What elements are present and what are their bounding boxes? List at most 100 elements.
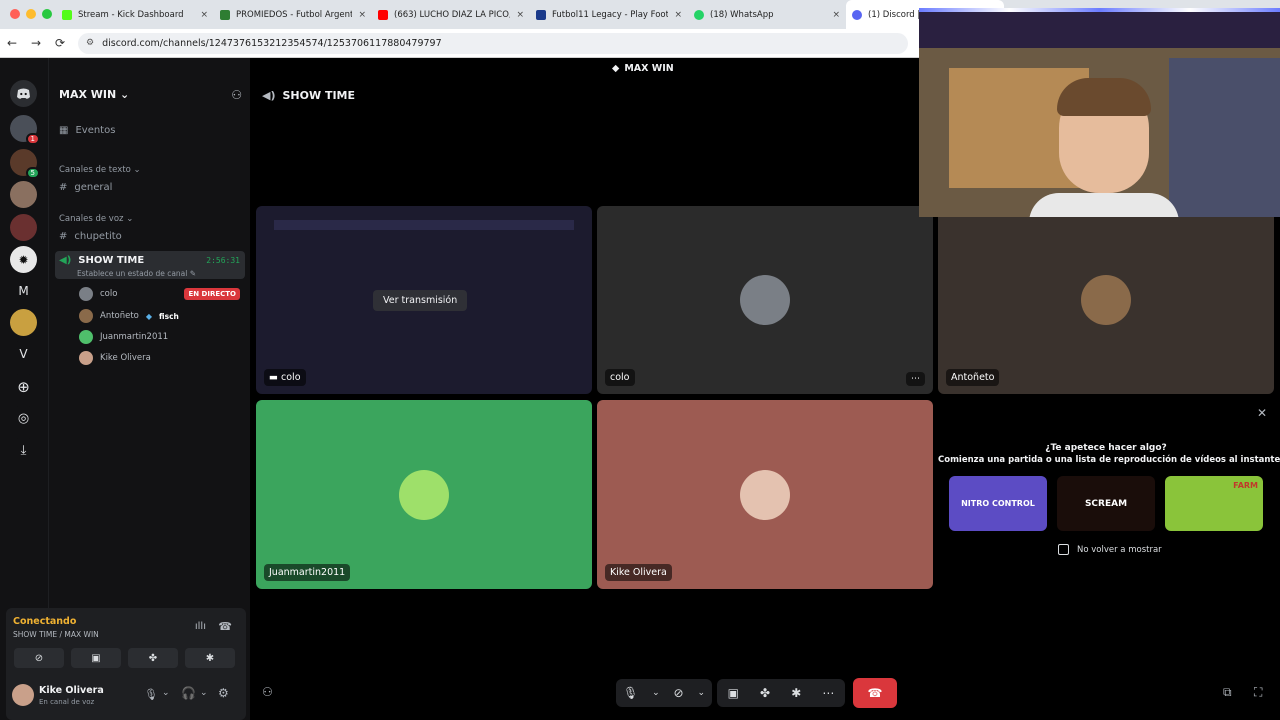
tab-close-icon[interactable]: ×	[674, 10, 682, 20]
server-name[interactable]: MAX WIN ⌄	[59, 88, 129, 101]
microphone-icon[interactable]: 🎙	[623, 686, 638, 700]
dont-show-again[interactable]: No volver a mostrar	[1058, 544, 1162, 555]
user-avatar[interactable]	[12, 684, 34, 706]
voice-member[interactable]: Kike Olivera	[79, 351, 151, 365]
futbol11-favicon-icon	[536, 9, 546, 20]
game-card[interactable]: FARM	[1165, 476, 1263, 531]
more-options-icon[interactable]: ⋯	[822, 686, 834, 700]
server-icon[interactable]: V	[10, 340, 37, 367]
close-window-icon[interactable]	[10, 9, 20, 19]
server-icon[interactable]: 1	[10, 115, 40, 145]
pop-out-icon[interactable]: ⧉	[1223, 685, 1232, 700]
channel-timer: 2:56:31	[206, 256, 240, 265]
voice-channel-show-time[interactable]: ◀) SHOW TIME	[59, 255, 144, 266]
chevron-down-icon[interactable]: ⌄	[652, 688, 660, 698]
forward-icon[interactable]: →	[24, 36, 48, 50]
add-person-icon[interactable]: ⚇	[262, 685, 273, 699]
soundboard-icon: ✱	[205, 652, 215, 664]
channel-chupetito[interactable]: # chupetito	[59, 231, 122, 242]
screen-share-button[interactable]: ▣	[71, 648, 121, 668]
voice-category[interactable]: Canales de voz ⌄	[59, 214, 133, 224]
browser-tab[interactable]: Stream - Kick Dashboard ×	[56, 0, 214, 29]
camera-off-icon: ⊘	[34, 652, 44, 664]
camera-off-icon[interactable]: ⊘	[674, 686, 684, 700]
events-link[interactable]: ▦ Eventos	[59, 125, 115, 136]
member-name: colo	[100, 289, 118, 299]
webcam-overlay	[919, 8, 1280, 217]
tab-close-icon[interactable]: ×	[200, 10, 208, 20]
url-text: discord.com/channels/1247376153212354574…	[102, 37, 442, 49]
sound-wave-icon[interactable]: ıllı	[195, 621, 206, 632]
microphone-icon[interactable]: 🎙	[144, 688, 158, 701]
server-logo-icon: ◆	[612, 63, 620, 74]
participant-tile[interactable]: Juanmartin2011	[256, 400, 592, 589]
tab-close-icon[interactable]: ×	[358, 10, 366, 20]
server-icon[interactable]	[10, 181, 37, 208]
set-status-hint[interactable]: Establece un estado de canal ✎	[77, 269, 196, 278]
checkbox[interactable]	[1058, 544, 1069, 555]
tab-title: Futbol11 Legacy - Play Footb	[552, 9, 669, 20]
dont-show-label: No volver a mostrar	[1077, 544, 1162, 555]
minimize-window-icon[interactable]	[26, 9, 36, 19]
back-icon[interactable]: ←	[0, 36, 24, 50]
server-icon[interactable]: M	[10, 277, 37, 304]
more-options-icon[interactable]: ⋯	[906, 372, 925, 386]
voice-member[interactable]: colo	[79, 287, 117, 301]
voice-member[interactable]: Antoñeto ◆ fisch	[79, 309, 179, 323]
headphones-icon[interactable]: 🎧	[181, 686, 196, 700]
discover-compass-icon[interactable]: ◎	[10, 405, 37, 432]
chevron-down-icon[interactable]: ⌄	[200, 688, 208, 698]
avatar	[79, 287, 93, 301]
game-title: NITRO CONTROL	[961, 499, 1035, 508]
disconnect-icon[interactable]: ☎	[218, 620, 232, 633]
stream-tile[interactable]: Ver transmisión ▬ colo	[256, 206, 592, 394]
hang-up-icon: ☎	[867, 686, 883, 700]
soundboard-button[interactable]: ✱	[185, 648, 235, 668]
server-icon[interactable]	[10, 309, 37, 336]
download-icon[interactable]: ⤓	[10, 437, 37, 464]
tile-name: colo	[605, 369, 635, 386]
channel-general[interactable]: # general	[59, 182, 112, 193]
invite-people-icon[interactable]: ⚇	[231, 88, 242, 102]
channel-label: chupetito	[74, 231, 122, 242]
browser-tab[interactable]: Futbol11 Legacy - Play Footb ×	[530, 0, 688, 29]
activities-button[interactable]: ✤	[128, 648, 178, 668]
tab-close-icon[interactable]: ×	[832, 10, 840, 20]
browser-tab[interactable]: PROMIEDOS - Futbol Argent ×	[214, 0, 372, 29]
server-icon[interactable]: 5	[10, 149, 40, 179]
events-label: Eventos	[75, 125, 116, 136]
maximize-window-icon[interactable]	[42, 9, 52, 19]
watch-stream-button[interactable]: Ver transmisión	[373, 290, 468, 311]
tab-title: PROMIEDOS - Futbol Argent	[236, 9, 353, 20]
settings-gear-icon[interactable]: ⚙	[218, 686, 229, 700]
screen-share-icon[interactable]: ▣	[728, 686, 739, 700]
browser-tab[interactable]: (663) LUCHO DÍAZ LA PICÓ, ×	[372, 0, 530, 29]
chevron-down-icon: ⌄	[120, 88, 130, 101]
server-icon[interactable]	[10, 214, 37, 241]
chevron-down-icon[interactable]: ⌄	[697, 688, 705, 698]
game-card[interactable]: SCREAM	[1057, 476, 1155, 531]
server-icon[interactable]: ✹	[10, 246, 37, 273]
connection-channel[interactable]: SHOW TIME / MAX WIN	[13, 630, 99, 639]
add-server-icon[interactable]: ⊕	[10, 373, 37, 400]
reload-icon[interactable]: ⟳	[48, 36, 72, 50]
address-bar[interactable]: ⚙ discord.com/channels/12473761532123545…	[78, 32, 908, 54]
browser-tab[interactable]: (18) WhatsApp ×	[688, 0, 846, 29]
camera-off-button[interactable]: ⊘	[14, 648, 64, 668]
activities-icon[interactable]: ✤	[760, 686, 770, 700]
close-icon[interactable]: ✕	[1257, 406, 1267, 420]
text-category[interactable]: Canales de texto ⌄	[59, 165, 141, 175]
game-card[interactable]: NITRO CONTROL	[949, 476, 1047, 531]
participant-tile[interactable]: colo ⋯	[597, 206, 933, 394]
discord-favicon-icon	[852, 9, 862, 20]
soundboard-icon[interactable]: ✱	[791, 686, 801, 700]
voice-member[interactable]: Juanmartin2011	[79, 330, 168, 344]
tab-close-icon[interactable]: ×	[516, 10, 524, 20]
site-info-icon[interactable]: ⚙	[86, 38, 94, 48]
discord-home-icon[interactable]	[10, 80, 37, 107]
participant-tile[interactable]: Kike Olivera	[597, 400, 933, 589]
participant-tile[interactable]: Antoñeto	[938, 206, 1274, 394]
chevron-down-icon[interactable]: ⌄	[162, 688, 170, 698]
disconnect-call-button[interactable]: ☎	[853, 678, 897, 708]
fullscreen-icon[interactable]: ⛶	[1254, 685, 1262, 700]
